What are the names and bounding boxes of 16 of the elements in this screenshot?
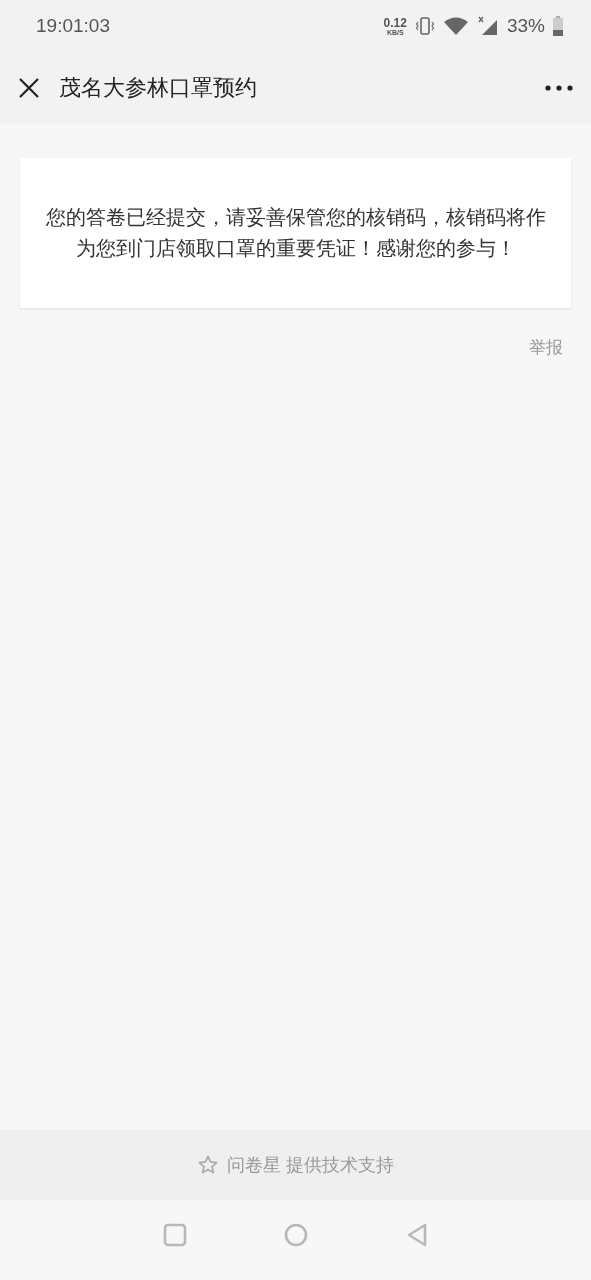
more-button[interactable] <box>545 85 573 91</box>
vibrate-icon <box>414 16 435 36</box>
home-button[interactable] <box>283 1223 308 1247</box>
report-link[interactable]: 举报 <box>529 336 563 359</box>
footer-credit: 问卷星 提供技术支持 <box>226 1153 395 1177</box>
close-button[interactable] <box>18 77 40 99</box>
status-time: 19:01:03 <box>36 15 110 37</box>
confirmation-message: 您的答卷已经提交，请妥善保管您的核销码，核销码将作为您到门店领取口罩的重要凭证！感谢您的参与！ <box>44 205 547 262</box>
star-icon <box>196 1154 219 1176</box>
signal-icon <box>476 16 499 36</box>
recent-apps-button[interactable] <box>162 1223 187 1247</box>
network-speed: 0.12 <box>383 16 407 29</box>
page-title: 茂名大参林口罩预约 <box>59 74 258 102</box>
battery-percent: 33% <box>506 15 545 37</box>
battery-icon <box>553 16 563 36</box>
wifi-icon <box>442 17 469 35</box>
